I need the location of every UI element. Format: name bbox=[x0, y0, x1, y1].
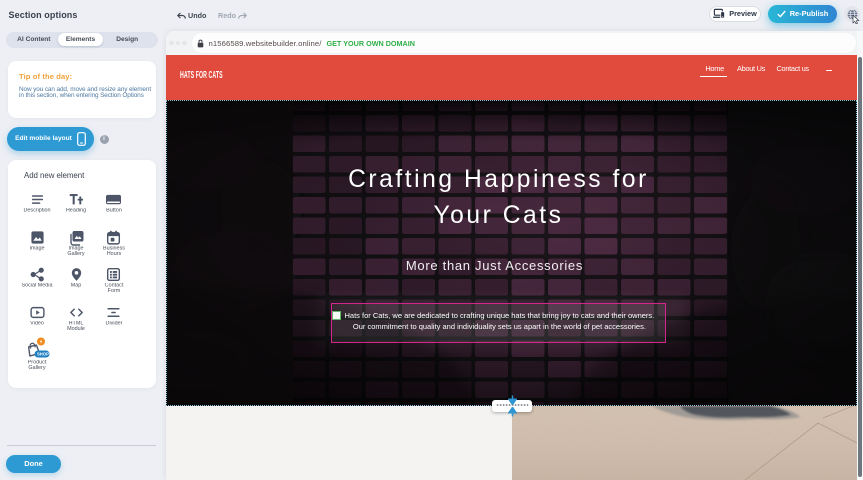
svg-text:SHOP: SHOP bbox=[37, 352, 49, 357]
